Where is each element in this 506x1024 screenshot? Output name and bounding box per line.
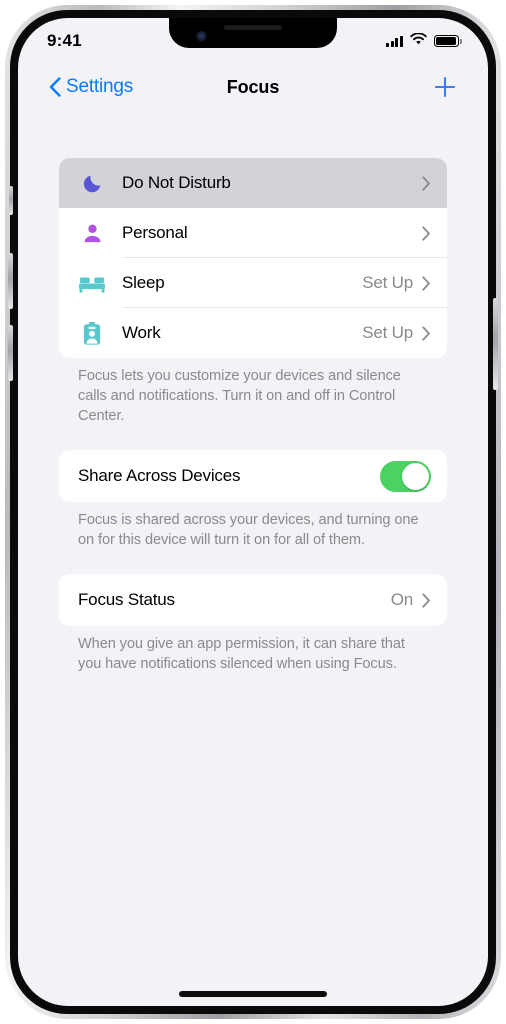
device-body: 9:41 Settings Focus Do Not Disturb Perso… [8,10,498,1014]
focus-row-personal[interactable]: Personal [59,208,447,258]
focus-row-do-not-disturb[interactable]: Do Not Disturb [59,158,447,208]
power-button[interactable] [493,298,498,390]
focus-row-work[interactable]: Work Set Up [59,308,447,358]
chevron-right-icon [422,325,431,341]
chevron-right-icon [422,275,431,291]
device-frame: 9:41 Settings Focus Do Not Disturb Perso… [5,5,501,1019]
focus-row-value: Set Up [362,323,413,342]
notch [169,18,337,48]
focus-row-label: Work [122,323,161,342]
moon-icon [78,173,106,194]
focus-row-label: Do Not Disturb [122,173,231,192]
focus-row-value: Set Up [362,273,413,292]
focus-list-footnote: Focus lets you customize your devices an… [78,368,401,424]
chevron-right-icon [422,225,431,241]
nav-bar: Settings Focus [18,62,488,112]
share-across-devices-row: Share Across Devices [59,450,447,502]
share-across-devices-label: Share Across Devices [78,466,241,485]
focus-row-sleep[interactable]: Sleep Set Up [59,258,447,308]
focus-status-value: On [390,590,413,609]
focus-status-footnote: When you give an app permission, it can … [78,636,405,672]
cellular-signal-icon [385,35,403,47]
focus-status-row[interactable]: Focus Status On [59,574,447,626]
focus-modes-card: Do Not Disturb Personal Sleep Set Up Wor… [59,158,447,358]
focus-status-label: Focus Status [78,590,175,609]
mute-switch[interactable] [9,186,13,215]
plus-icon [434,76,456,98]
bed-icon [78,274,106,293]
chevron-left-icon [49,77,61,97]
toggle-knob [402,462,429,490]
chevron-right-icon [422,592,431,608]
focus-row-label: Personal [122,223,188,242]
front-camera-icon [196,31,207,42]
home-indicator[interactable] [179,991,327,997]
battery-full-icon [434,35,462,47]
phone-screen: 9:41 Settings Focus Do Not Disturb Perso… [18,18,488,1006]
person-icon [78,223,106,243]
back-to-settings-button[interactable]: Settings [49,76,133,98]
earpiece-speaker [224,25,282,30]
volume-up-button[interactable] [8,253,13,309]
share-across-devices-toggle[interactable] [380,460,431,492]
add-focus-button[interactable] [430,72,460,102]
focus-status-card: Focus Status On [59,574,447,626]
volume-down-button[interactable] [8,325,13,381]
share-across-devices-card: Share Across Devices [59,450,447,502]
status-time: 9:41 [47,31,82,50]
focus-row-label: Sleep [122,273,165,292]
chevron-right-icon [422,175,431,191]
settings-content: Do Not Disturb Personal Sleep Set Up Wor… [18,112,488,1006]
id-badge-icon [78,321,106,345]
back-button-label: Settings [66,76,134,97]
share-section-footnote: Focus is shared across your devices, and… [78,512,419,548]
status-icons [385,32,462,50]
wifi-icon [410,32,427,50]
